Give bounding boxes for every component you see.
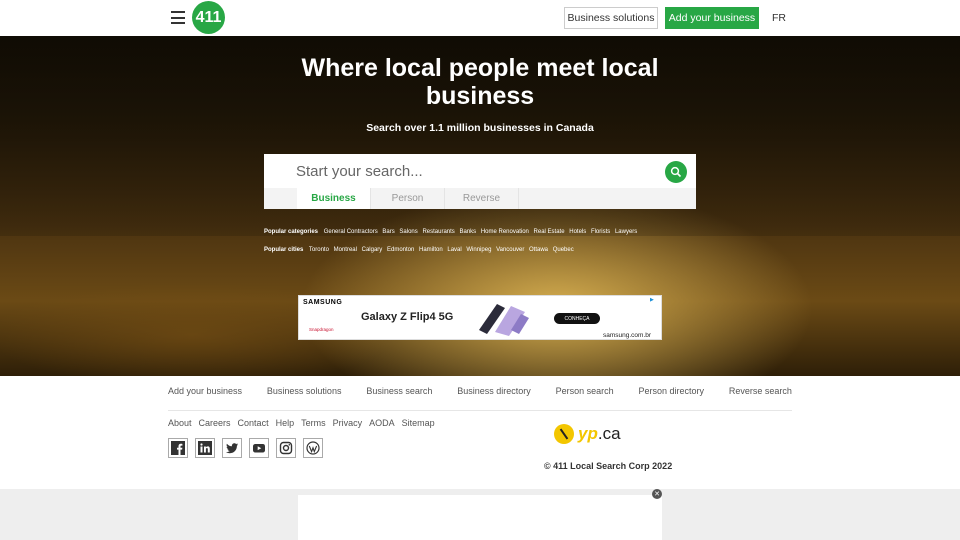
- footer-small-link[interactable]: Sitemap: [402, 418, 435, 428]
- ad-cta-button[interactable]: CONHEÇA: [554, 313, 600, 324]
- footer-main-links: Add your business Business solutions Bus…: [168, 386, 792, 396]
- category-link[interactable]: Restaurants: [422, 229, 454, 235]
- footer: Add your business Business solutions Bus…: [0, 376, 960, 489]
- search-icon: [670, 166, 682, 178]
- city-link[interactable]: Hamilton: [419, 247, 443, 253]
- ad-brand: SAMSUNG: [303, 299, 343, 306]
- footer-small-link[interactable]: About: [168, 418, 192, 428]
- footer-link[interactable]: Reverse search: [729, 386, 792, 396]
- footer-small-link[interactable]: Careers: [199, 418, 231, 428]
- category-link[interactable]: Bars: [382, 229, 394, 235]
- ad-title: Galaxy Z Flip4 5G: [361, 311, 454, 323]
- yp-logo[interactable]: yp.ca: [554, 424, 621, 444]
- footer-small-link[interactable]: AODA: [369, 418, 395, 428]
- search-button[interactable]: [665, 161, 687, 183]
- top-header: 411 Business solutions Add your business…: [0, 0, 960, 36]
- youtube-icon[interactable]: [249, 438, 269, 458]
- twitter-icon[interactable]: [222, 438, 242, 458]
- yp-wordmark: yp.ca: [578, 424, 621, 444]
- phone-image: [479, 304, 529, 336]
- adchoices-icon[interactable]: ▶: [650, 297, 657, 304]
- ad-sponsor: Snapdragon: [309, 327, 334, 332]
- hamburger-icon[interactable]: [171, 11, 185, 24]
- category-link[interactable]: Salons: [399, 229, 417, 235]
- city-link[interactable]: Toronto: [309, 247, 329, 253]
- city-link[interactable]: Winnipeg: [466, 247, 491, 253]
- footer-small-link[interactable]: Terms: [301, 418, 326, 428]
- bottom-ad-slot[interactable]: [298, 495, 662, 540]
- category-link[interactable]: Lawyers: [615, 229, 637, 235]
- category-link[interactable]: Real Estate: [534, 229, 565, 235]
- category-link[interactable]: Florists: [591, 229, 610, 235]
- tab-business[interactable]: Business: [297, 188, 371, 209]
- footer-secondary-links: About Careers Contact Help Terms Privacy…: [168, 418, 435, 428]
- city-link[interactable]: Vancouver: [496, 247, 524, 253]
- search-input[interactable]: [264, 154, 696, 188]
- search-tabs: Business Person Reverse: [264, 188, 696, 209]
- popular-categories: Popular categories General Contractors B…: [264, 229, 640, 235]
- city-link[interactable]: Edmonton: [387, 247, 414, 253]
- social-links: [168, 438, 323, 458]
- ad-domain: samsung.com.br: [603, 332, 652, 339]
- add-business-button[interactable]: Add your business: [665, 7, 759, 29]
- city-link[interactable]: Calgary: [362, 247, 383, 253]
- category-link[interactable]: Hotels: [569, 229, 586, 235]
- instagram-icon[interactable]: [276, 438, 296, 458]
- business-solutions-button[interactable]: Business solutions: [564, 7, 658, 29]
- popular-cities-label: Popular cities: [264, 247, 304, 253]
- footer-link[interactable]: Business solutions: [267, 386, 342, 396]
- close-icon[interactable]: ✕: [652, 489, 662, 499]
- footer-small-link[interactable]: Privacy: [333, 418, 363, 428]
- language-toggle[interactable]: FR: [772, 12, 786, 24]
- footer-small-link[interactable]: Help: [276, 418, 295, 428]
- linkedin-icon[interactable]: [195, 438, 215, 458]
- footer-small-link[interactable]: Contact: [238, 418, 269, 428]
- category-link[interactable]: General Contractors: [324, 229, 378, 235]
- search-box: Business Person Reverse: [264, 154, 696, 209]
- yp-wordmark-tld: .ca: [597, 424, 621, 443]
- footer-link[interactable]: Business directory: [457, 386, 531, 396]
- popular-cities: Popular cities Toronto Montreal Calgary …: [264, 247, 577, 253]
- tab-reverse[interactable]: Reverse: [445, 188, 519, 209]
- city-link[interactable]: Ottawa: [529, 247, 548, 253]
- city-link[interactable]: Laval: [447, 247, 461, 253]
- category-link[interactable]: Home Renovation: [481, 229, 529, 235]
- yp-wordmark-brand: yp: [578, 424, 598, 443]
- yp-walking-fingers-icon: [554, 424, 574, 444]
- copyright-text: © 411 Local Search Corp 2022: [544, 461, 673, 471]
- footer-divider: [168, 410, 792, 411]
- city-link[interactable]: Quebec: [553, 247, 574, 253]
- city-link[interactable]: Montreal: [334, 247, 357, 253]
- footer-link[interactable]: Business search: [366, 386, 432, 396]
- wordpress-icon[interactable]: [303, 438, 323, 458]
- bottom-ad-bar: ✕: [0, 489, 960, 540]
- footer-link[interactable]: Add your business: [168, 386, 242, 396]
- tab-person[interactable]: Person: [371, 188, 445, 209]
- site-logo[interactable]: 411: [192, 1, 225, 34]
- footer-link[interactable]: Person directory: [639, 386, 705, 396]
- popular-categories-label: Popular categories: [264, 229, 319, 235]
- hero-subtitle: Search over 1.1 million businesses in Ca…: [366, 122, 594, 134]
- hero-title: Where local people meet local business: [301, 54, 659, 110]
- facebook-icon[interactable]: [168, 438, 188, 458]
- category-link[interactable]: Banks: [459, 229, 476, 235]
- footer-link[interactable]: Person search: [556, 386, 614, 396]
- advertisement-banner[interactable]: SAMSUNG Galaxy Z Flip4 5G CONHEÇA Snapdr…: [298, 295, 662, 340]
- hero-section: Where local people meet local business S…: [0, 36, 960, 376]
